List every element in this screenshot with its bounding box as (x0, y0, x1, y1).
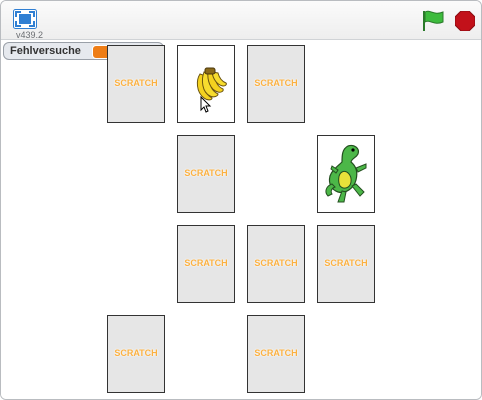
memory-card[interactable]: SCRATCH (247, 225, 305, 303)
memory-card[interactable]: SCRATCH (247, 45, 305, 123)
monitor-label: Fehlversuche (10, 45, 81, 57)
arrow-cursor-icon (200, 96, 212, 113)
memory-card[interactable]: SCRATCH (317, 225, 375, 303)
memory-card[interactable]: SCRATCH (107, 45, 165, 123)
player-toolbar: v439.2 (1, 1, 481, 40)
card-back-label: SCRATCH (114, 78, 158, 88)
green-flag-icon[interactable] (421, 10, 445, 32)
memory-card[interactable]: SCRATCH (177, 225, 235, 303)
card-back-label: SCRATCH (324, 258, 368, 268)
memory-card[interactable]: SCRATCH (247, 315, 305, 393)
dinosaur-icon (325, 144, 367, 203)
stop-icon[interactable] (455, 11, 475, 31)
card-back-label: SCRATCH (184, 168, 228, 178)
fullscreen-icon[interactable] (13, 9, 37, 29)
memory-card[interactable] (177, 45, 235, 123)
version-label: v439.2 (16, 30, 44, 40)
memory-card[interactable]: SCRATCH (107, 315, 165, 393)
card-back-label: SCRATCH (184, 258, 228, 268)
card-back-label: SCRATCH (254, 258, 298, 268)
memory-card[interactable]: SCRATCH (177, 135, 235, 213)
card-back-label: SCRATCH (254, 78, 298, 88)
scratch-player-frame: v439.2 Fehlversuche 11 SCRATCH (0, 0, 482, 400)
card-back-label: SCRATCH (114, 348, 158, 358)
memory-card[interactable] (317, 135, 375, 213)
stage[interactable]: Fehlversuche 11 SCRATCH SCRATCH SCRATCH (1, 40, 481, 399)
card-back-label: SCRATCH (254, 348, 298, 358)
